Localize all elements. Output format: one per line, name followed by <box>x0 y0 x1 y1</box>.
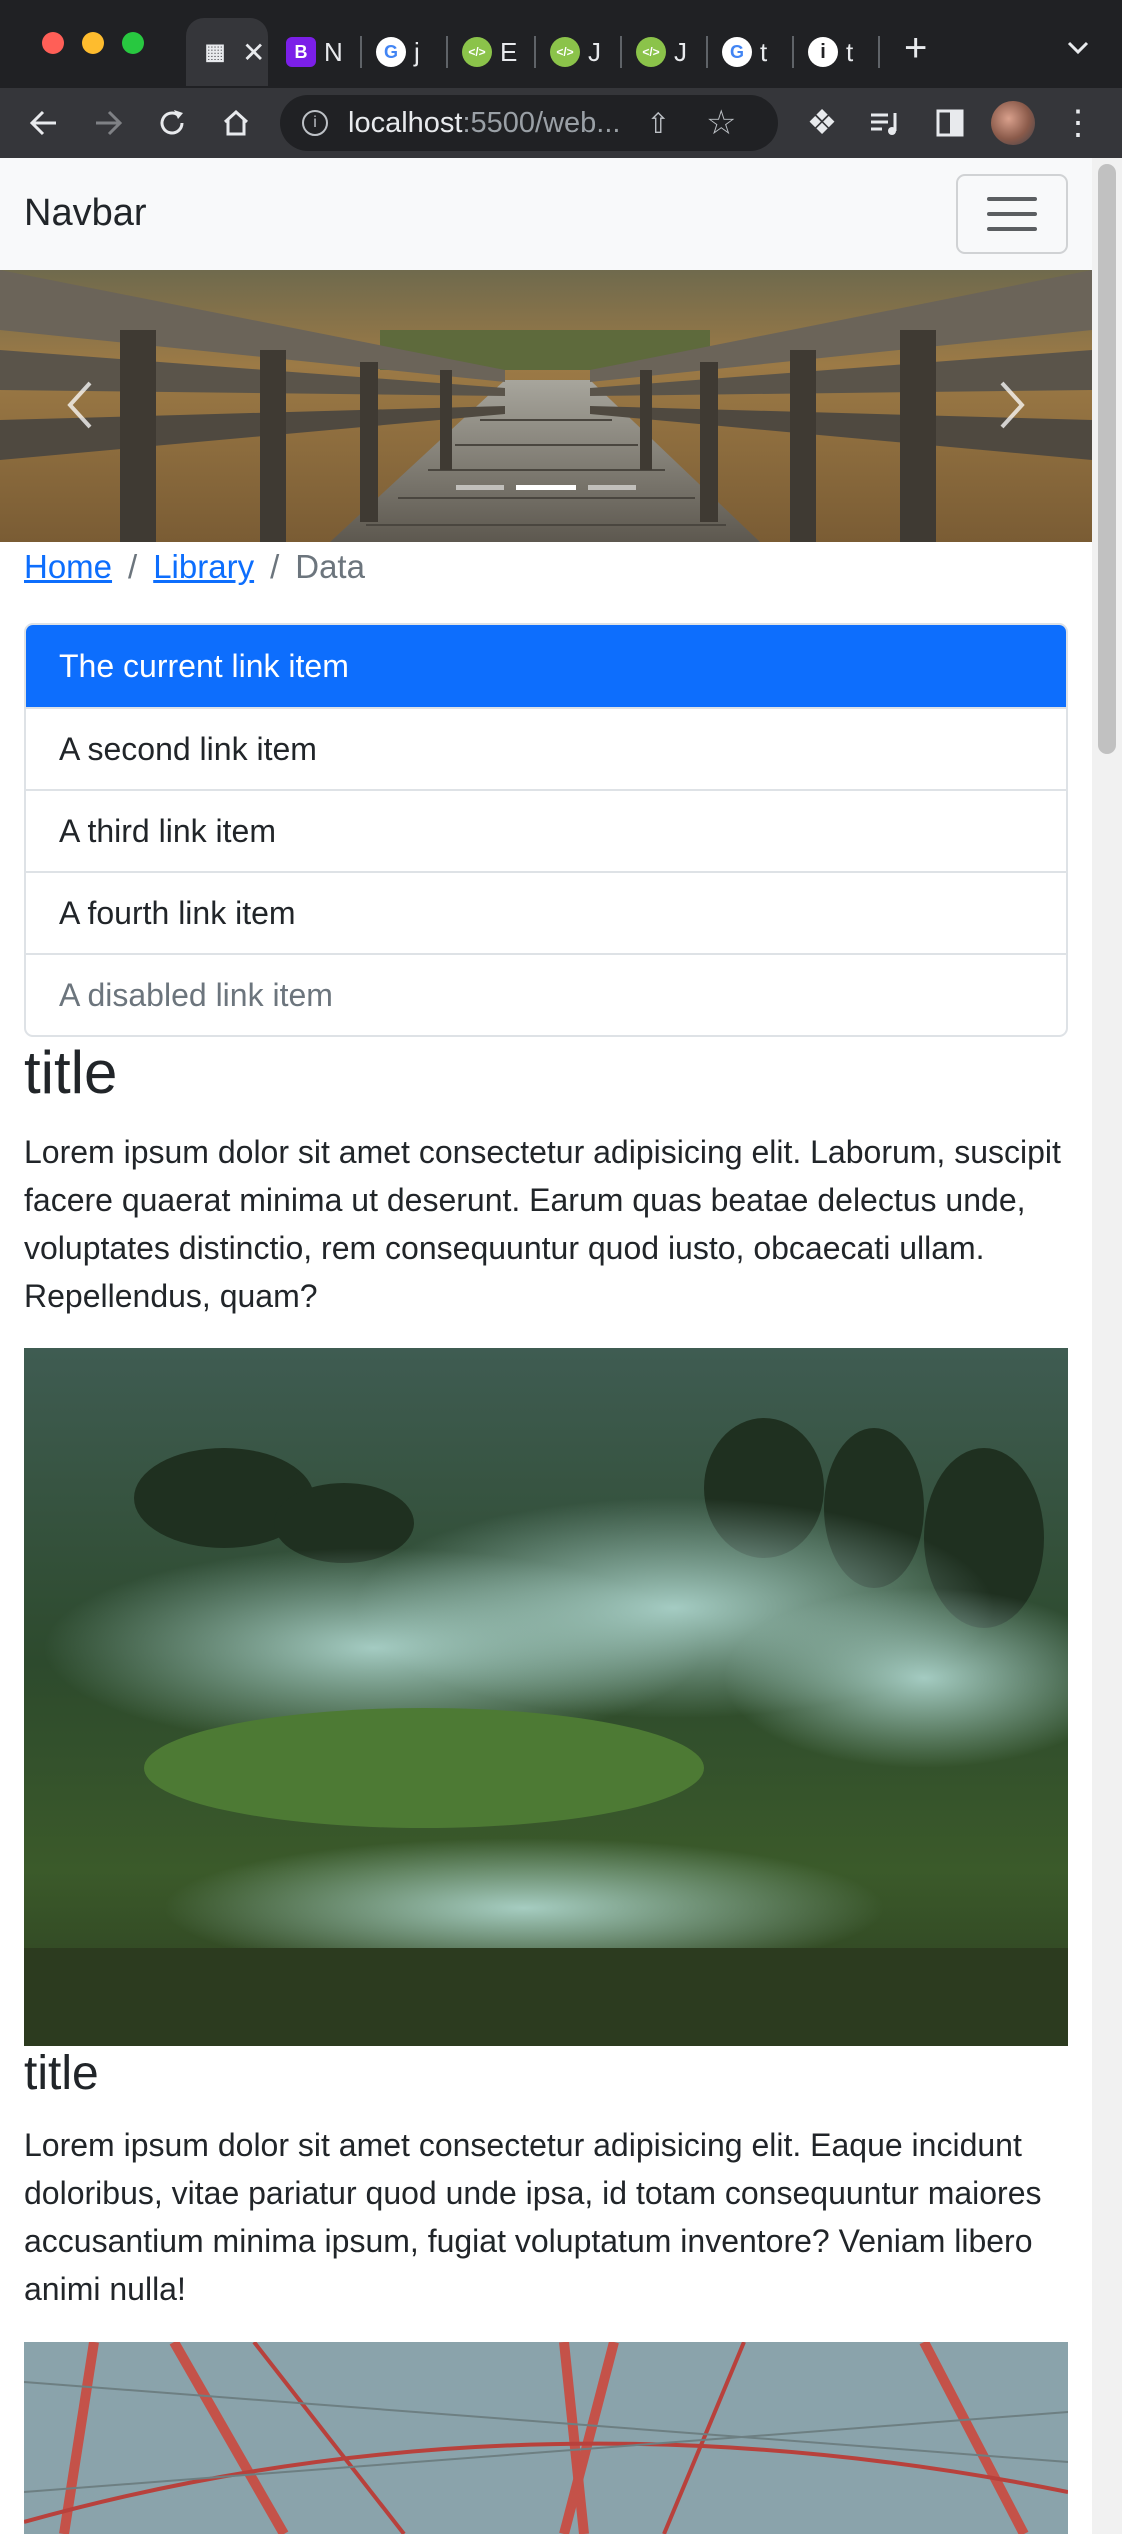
breadcrumb-library-link[interactable]: Library <box>153 548 254 586</box>
section-paragraph: Lorem ipsum dolor sit amet consectetur a… <box>24 1134 1061 1314</box>
tab-5[interactable]: </> J <box>536 18 620 86</box>
boardwalk-image <box>0 270 1092 542</box>
navbar: Navbar <box>0 158 1092 270</box>
browser-tab-strip: ▦ ✕ B N G j </> E </> J </> J G t i t + <box>0 0 1122 88</box>
breadcrumb-separator: / <box>128 548 138 585</box>
list-item-current[interactable]: The current link item <box>26 625 1066 707</box>
carousel-indicator-1[interactable] <box>456 485 504 490</box>
breadcrumb-current: Data <box>295 548 365 585</box>
address-bar[interactable]: i localhost:5500/web... ⇧ ☆ <box>280 95 778 151</box>
bootstrap-icon: B <box>286 37 316 67</box>
tab-label: N <box>324 36 343 67</box>
code-icon: </> <box>462 37 492 67</box>
tab-label: J <box>588 36 601 67</box>
url-path: :5500/web... <box>462 106 621 139</box>
carousel-prev-icon[interactable] <box>50 365 110 445</box>
share-icon[interactable]: ⇧ <box>646 107 669 140</box>
info-icon: i <box>808 37 838 67</box>
tab-6[interactable]: </> J <box>622 18 706 86</box>
browser-menu-icon[interactable]: ⋮ <box>1060 88 1096 158</box>
hamburger-bar <box>987 197 1037 201</box>
site-info-icon[interactable]: i <box>302 110 328 136</box>
minimize-window-icon[interactable] <box>82 32 104 54</box>
site-icon: ▦ <box>204 39 226 64</box>
hamburger-bar <box>987 227 1037 231</box>
tab-active[interactable]: ▦ ✕ <box>186 18 268 86</box>
navbar-toggler-button[interactable] <box>956 174 1068 254</box>
hamburger-bar <box>987 212 1037 216</box>
close-window-icon[interactable] <box>42 32 64 54</box>
carousel-next-icon[interactable] <box>982 365 1042 445</box>
carousel-indicator-3[interactable] <box>588 485 636 490</box>
home-icon[interactable] <box>214 88 258 158</box>
list-group: The current link item A second link item… <box>24 623 1068 1037</box>
breadcrumb: Home / Library / Data <box>24 548 365 586</box>
media-queue-icon[interactable] <box>862 88 906 158</box>
tab-8[interactable]: i t <box>794 18 878 86</box>
new-tab-button[interactable]: + <box>904 26 927 71</box>
list-item-disabled: A disabled link item <box>26 953 1066 1035</box>
tab-label: J <box>674 36 687 67</box>
section-title-2: title <box>24 2047 99 2100</box>
reload-icon[interactable] <box>150 88 194 158</box>
breadcrumb-separator: / <box>270 548 280 585</box>
list-item-fourth[interactable]: A fourth link item <box>26 871 1066 953</box>
google-icon: G <box>722 37 752 67</box>
tab-2[interactable]: B N <box>272 18 356 86</box>
tab-label: t <box>846 36 854 67</box>
page-scrollbar-thumb[interactable] <box>1098 164 1116 754</box>
bridge-cables-image <box>24 2342 1068 2534</box>
code-icon: </> <box>550 37 580 67</box>
web-page: Navbar Home / Library / Data The current… <box>0 158 1092 2534</box>
tab-4[interactable]: </> E <box>448 18 532 86</box>
tab-label: j <box>414 36 420 67</box>
breadcrumb-home-link[interactable]: Home <box>24 548 112 586</box>
section-paragraph-2: Lorem ipsum dolor sit amet consectetur a… <box>24 2127 1042 2307</box>
back-icon[interactable] <box>22 88 66 158</box>
list-item-second[interactable]: A second link item <box>26 707 1066 789</box>
url-host: localhost <box>348 106 463 139</box>
google-icon: G <box>376 37 406 67</box>
tab-3[interactable]: G j <box>362 18 444 86</box>
tab-label: E <box>500 36 518 67</box>
bookmark-star-icon[interactable]: ☆ <box>706 103 736 143</box>
image-carousel <box>0 270 1092 542</box>
misty-landscape-image <box>24 1348 1068 2046</box>
profile-avatar[interactable] <box>990 88 1036 158</box>
tab-7[interactable]: G t <box>708 18 792 86</box>
section-title: title <box>24 1039 118 1106</box>
tab-close-icon[interactable]: ✕ <box>242 36 265 69</box>
code-icon: </> <box>636 37 666 67</box>
tab-search-chevron-icon[interactable] <box>1066 40 1090 56</box>
tab-label: t <box>760 36 768 67</box>
navbar-brand[interactable]: Navbar <box>24 192 147 235</box>
side-panel-icon[interactable] <box>928 88 972 158</box>
extensions-icon[interactable]: ❖ <box>800 88 844 158</box>
forward-icon[interactable] <box>86 88 130 158</box>
list-item-third[interactable]: A third link item <box>26 789 1066 871</box>
carousel-indicator-2-active[interactable] <box>516 485 576 490</box>
zoom-window-icon[interactable] <box>122 32 144 54</box>
